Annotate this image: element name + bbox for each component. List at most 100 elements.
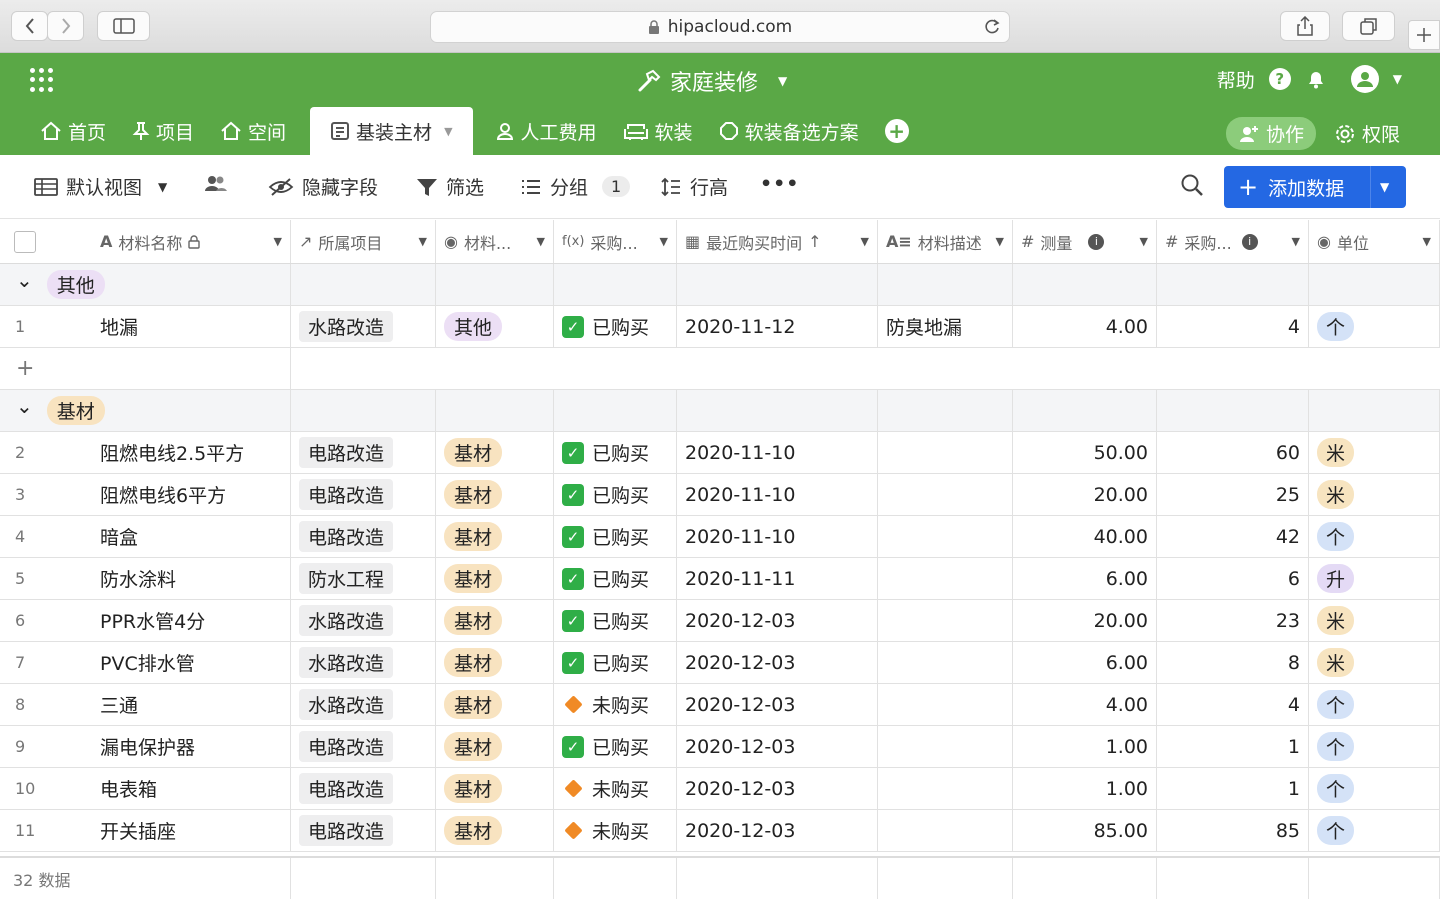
measure-cell[interactable]: 85.00 <box>1013 810 1157 851</box>
description-cell[interactable] <box>878 726 1013 767</box>
description-cell[interactable] <box>878 684 1013 725</box>
description-cell[interactable] <box>878 642 1013 683</box>
date-cell[interactable]: 2020-11-10 <box>677 432 878 473</box>
table-row[interactable]: 5 防水涂料 防水工程 基材 ✓ 已购买 2020-11-11 6.00 6 升 <box>0 558 1440 600</box>
group-button[interactable]: 分组 1 <box>520 173 631 200</box>
forward-button[interactable] <box>47 11 84 41</box>
material-name-cell[interactable]: PVC排水管 <box>92 642 291 683</box>
table-row[interactable]: 1 地漏 水路改造 其他 ✓ 已购买 2020-11-12 防臭地漏 4.00 4 个 <box>0 306 1440 348</box>
material-name-cell[interactable]: 暗盒 <box>92 516 291 557</box>
category-cell[interactable]: 基材 <box>436 474 554 515</box>
column-header-project[interactable]: ↗ 所属项目 ▼ <box>291 220 436 263</box>
tab-labor-costs[interactable]: 人工费用 <box>483 107 609 155</box>
add-data-button[interactable]: + 添加数据 ▼ <box>1224 166 1406 208</box>
quantity-cell[interactable]: 85 <box>1157 810 1309 851</box>
avatar[interactable] <box>1350 65 1379 93</box>
measure-cell[interactable]: 20.00 <box>1013 474 1157 515</box>
tabs-overview-button[interactable] <box>1342 11 1395 41</box>
material-name-cell[interactable]: PPR水管4分 <box>92 600 291 641</box>
material-name-cell[interactable]: 地漏 <box>92 306 291 347</box>
category-cell[interactable]: 基材 <box>436 642 554 683</box>
view-selector[interactable]: 默认视图 ▼ <box>34 173 167 200</box>
table-row[interactable]: 10 电表箱 电路改造 基材 未购买 2020-12-03 1.00 1 个 <box>0 768 1440 810</box>
add-record-button[interactable]: + <box>0 348 291 389</box>
material-name-cell[interactable]: 开关插座 <box>92 810 291 851</box>
description-cell[interactable] <box>878 600 1013 641</box>
chevron-down-icon[interactable]: ▼ <box>419 235 427 248</box>
tab-spaces[interactable]: 空间 <box>208 107 298 155</box>
description-cell[interactable] <box>878 558 1013 599</box>
unit-cell[interactable]: 个 <box>1309 684 1440 725</box>
chevron-down-icon[interactable]: ▼ <box>1380 180 1389 194</box>
bell-icon[interactable] <box>1305 68 1327 90</box>
select-all-checkbox[interactable] <box>14 230 36 253</box>
tab-home[interactable]: 首页 <box>28 107 118 155</box>
quantity-cell[interactable]: 4 <box>1157 306 1309 347</box>
project-cell[interactable]: 电路改造 <box>291 474 436 515</box>
description-cell[interactable]: 防臭地漏 <box>878 306 1013 347</box>
unit-cell[interactable]: 个 <box>1309 306 1440 347</box>
project-chip[interactable]: 水路改造 <box>299 647 394 678</box>
category-cell[interactable]: 基材 <box>436 810 554 851</box>
chevron-down-icon[interactable]: ▼ <box>444 125 452 138</box>
measure-cell[interactable]: 4.00 <box>1013 306 1157 347</box>
date-cell[interactable]: 2020-12-03 <box>677 768 878 809</box>
description-cell[interactable] <box>878 474 1013 515</box>
app-title-switcher[interactable]: 家庭装修 ▼ <box>636 65 787 97</box>
measure-cell[interactable]: 1.00 <box>1013 768 1157 809</box>
unit-cell[interactable]: 个 <box>1309 516 1440 557</box>
group-header-cell[interactable]: ⌄ 基材 <box>0 390 291 431</box>
quantity-cell[interactable]: 6 <box>1157 558 1309 599</box>
project-chip[interactable]: 电路改造 <box>299 479 394 510</box>
chevron-down-icon[interactable]: ⌄ <box>16 394 33 418</box>
material-name-cell[interactable]: 漏电保护器 <box>92 726 291 767</box>
filter-button[interactable]: 筛选 <box>416 173 484 200</box>
quantity-cell[interactable]: 25 <box>1157 474 1309 515</box>
column-header-unit[interactable]: ◉ 单位 ▼ <box>1309 220 1440 263</box>
category-cell[interactable]: 基材 <box>436 684 554 725</box>
column-header-measure[interactable]: # 测量 i ▼ <box>1013 220 1157 263</box>
help-link[interactable]: 帮助 <box>1217 66 1255 93</box>
chevron-down-icon[interactable]: ⌄ <box>16 268 33 292</box>
column-header-last-purchase[interactable]: ▦ 最近购买时间 ↑ ▼ <box>677 220 878 263</box>
row-height-button[interactable]: 行高 <box>660 173 728 200</box>
chevron-down-icon[interactable]: ▼ <box>1292 235 1300 248</box>
chevron-down-icon[interactable]: ▼ <box>1393 72 1402 86</box>
project-chip[interactable]: 防水工程 <box>299 563 394 594</box>
table-row[interactable]: 4 暗盒 电路改造 基材 ✓ 已购买 2020-11-10 40.00 42 个 <box>0 516 1440 558</box>
tab-base-materials[interactable]: 基装主材 ▼ <box>310 107 473 155</box>
column-header-description[interactable]: A≡ 材料描述 ▼ <box>878 220 1013 263</box>
permissions-button[interactable]: 权限 <box>1334 120 1400 147</box>
add-table-button[interactable]: + <box>884 119 909 143</box>
date-cell[interactable]: 2020-11-11 <box>677 558 878 599</box>
date-cell[interactable]: 2020-11-10 <box>677 516 878 557</box>
measure-cell[interactable]: 4.00 <box>1013 684 1157 725</box>
measure-cell[interactable]: 6.00 <box>1013 558 1157 599</box>
quantity-cell[interactable]: 23 <box>1157 600 1309 641</box>
unit-cell[interactable]: 个 <box>1309 768 1440 809</box>
collaborate-button[interactable]: 协作 <box>1225 117 1316 150</box>
table-row[interactable]: 8 三通 水路改造 基材 未购买 2020-12-03 4.00 4 个 <box>0 684 1440 726</box>
project-cell[interactable]: 水路改造 <box>291 684 436 725</box>
unit-cell[interactable]: 米 <box>1309 600 1440 641</box>
category-cell[interactable]: 基材 <box>436 768 554 809</box>
unit-cell[interactable]: 米 <box>1309 432 1440 473</box>
project-cell[interactable]: 电路改造 <box>291 726 436 767</box>
date-cell[interactable]: 2020-12-03 <box>677 684 878 725</box>
collaborators-view-button[interactable] <box>203 173 229 193</box>
date-cell[interactable]: 2020-11-12 <box>677 306 878 347</box>
project-cell[interactable]: 防水工程 <box>291 558 436 599</box>
more-options-icon[interactable]: ••• <box>760 173 799 195</box>
project-cell[interactable]: 电路改造 <box>291 768 436 809</box>
chevron-down-icon[interactable]: ▼ <box>660 235 668 248</box>
description-cell[interactable] <box>878 516 1013 557</box>
project-chip[interactable]: 电路改造 <box>299 437 394 468</box>
help-icon[interactable]: ? <box>1268 68 1291 90</box>
material-name-cell[interactable]: 阻燃电线2.5平方 <box>92 432 291 473</box>
unit-cell[interactable]: 升 <box>1309 558 1440 599</box>
chevron-down-icon[interactable]: ▼ <box>274 235 282 248</box>
date-cell[interactable]: 2020-12-03 <box>677 642 878 683</box>
unit-cell[interactable]: 个 <box>1309 726 1440 767</box>
project-cell[interactable]: 水路改造 <box>291 306 436 347</box>
quantity-cell[interactable]: 1 <box>1157 768 1309 809</box>
